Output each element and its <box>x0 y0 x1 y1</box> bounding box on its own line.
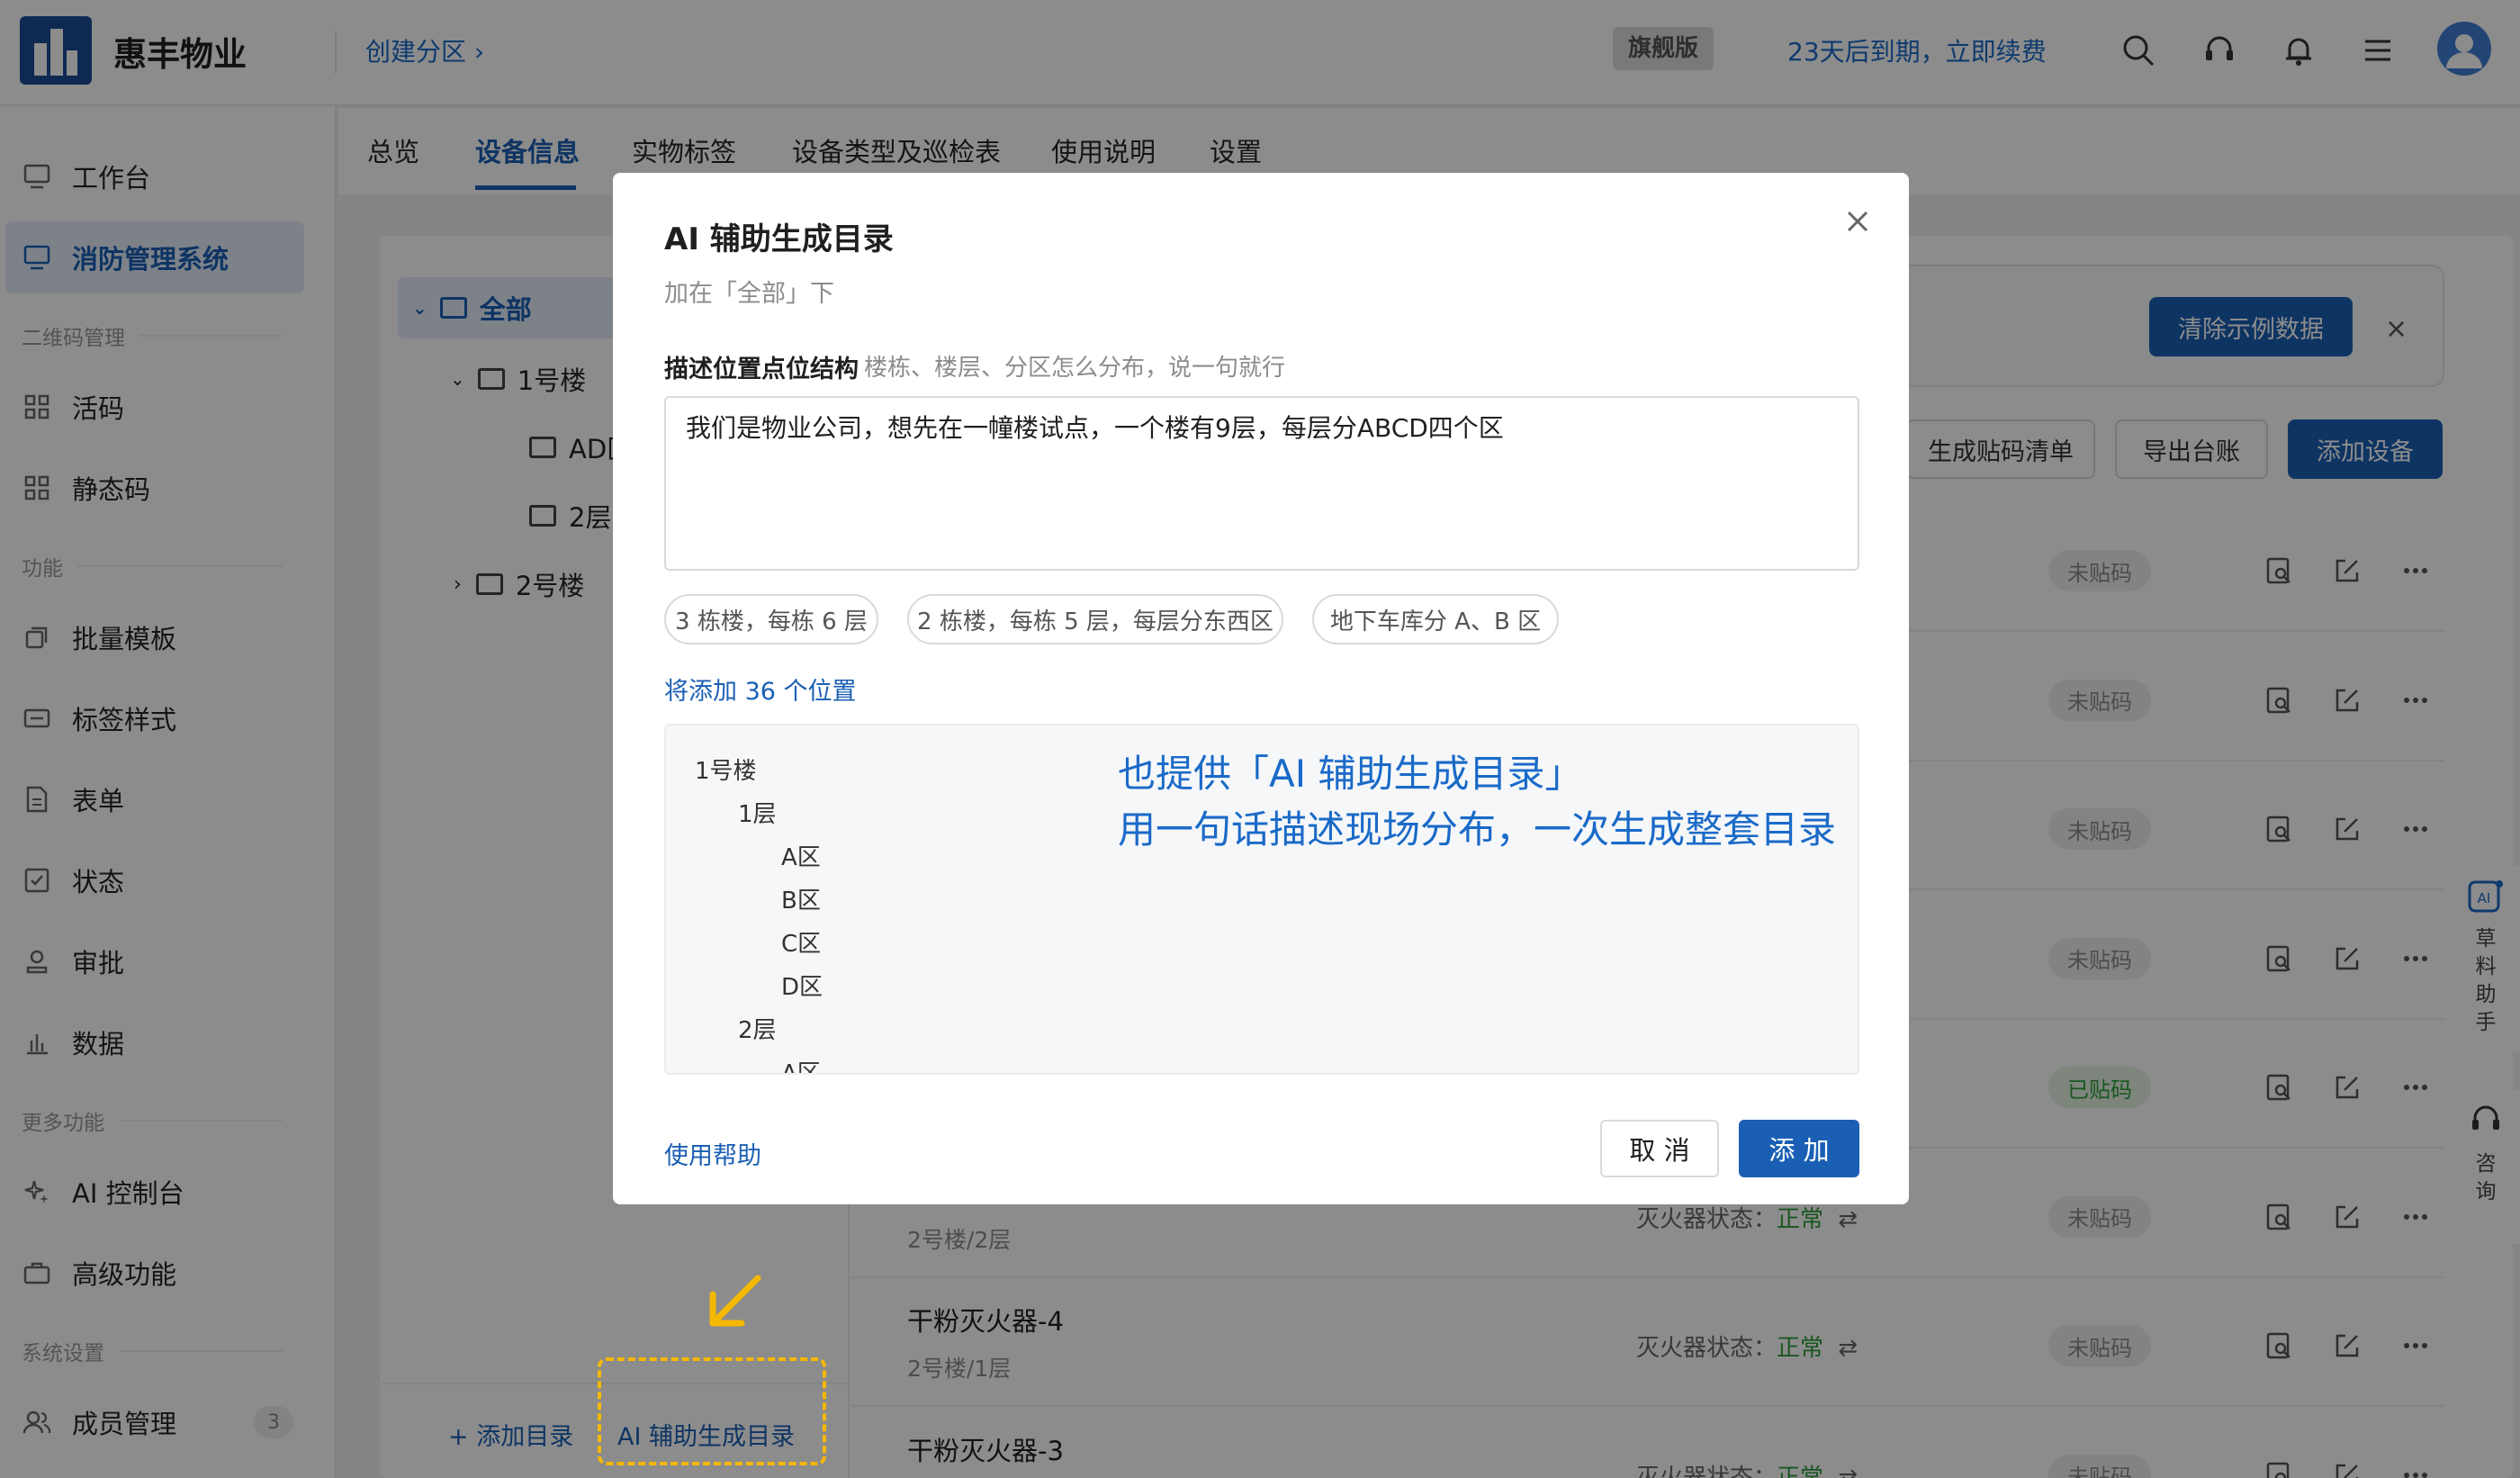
preview-zone: A区 <box>781 1060 821 1075</box>
close-icon[interactable] <box>1840 203 1876 239</box>
preview-floor: 2层 <box>738 1017 777 1044</box>
example-chip[interactable]: 地下车库分 A、B 区 <box>1312 594 1559 644</box>
preview-zone: A区 <box>781 844 821 871</box>
feature-callout-title: 也提供「AI 辅助生成目录」 <box>1118 752 1583 796</box>
preview-zone: B区 <box>781 888 821 915</box>
location-count: 将添加 36 个位置 <box>664 678 857 706</box>
add-button[interactable]: 添 加 <box>1739 1120 1859 1177</box>
feature-callout-description: 用一句话描述现场分布，一次生成整套目录 <box>1118 807 1837 852</box>
preview-building: 1号楼 <box>695 758 757 785</box>
help-link[interactable]: 使用帮助 <box>664 1136 761 1171</box>
modal-subtitle: 加在「全部」下 <box>664 280 834 308</box>
field-label: 描述位置点位结构 <box>664 356 859 383</box>
ai-button-highlight <box>598 1357 826 1465</box>
example-chip[interactable]: 3 栋楼，每栋 6 层 <box>664 594 878 644</box>
location-description-input[interactable]: 我们是物业公司，想先在一幢楼试点，一个楼有9层，每层分ABCD四个区 <box>664 396 1859 571</box>
modal-title: AI 辅助生成目录 <box>664 221 894 257</box>
preview-floor: 1层 <box>738 801 777 828</box>
preview-zone: D区 <box>781 974 824 1001</box>
cancel-button[interactable]: 取 消 <box>1600 1120 1719 1177</box>
preview-zone: C区 <box>781 931 822 958</box>
arrow-down-left-icon <box>702 1273 765 1336</box>
example-chip[interactable]: 2 栋楼，每栋 5 层，每层分东西区 <box>907 594 1283 644</box>
field-hint: 楼栋、楼层、分区怎么分布，说一句就行 <box>864 355 1286 382</box>
